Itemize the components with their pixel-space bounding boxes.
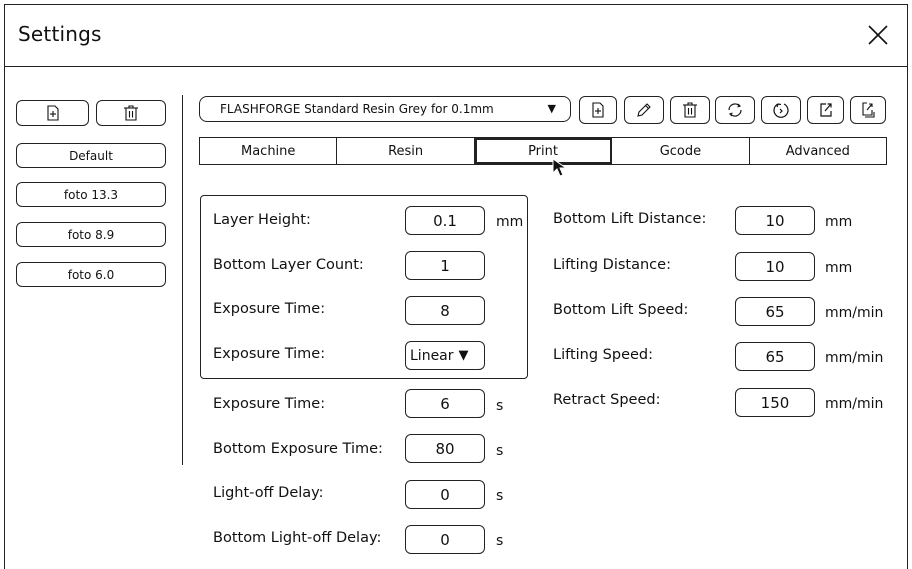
bottom-exposure-time-label: Bottom Exposure Time: [213,441,383,457]
retract-speed-field[interactable]: 150 [735,388,815,417]
close-button[interactable] [863,20,893,50]
profile-item-foto-6-0[interactable]: foto 6.0 [16,262,166,287]
delete-profile-button[interactable] [96,100,166,126]
retract-speed-label: Retract Speed: [553,392,661,408]
profile-item-foto-13-3[interactable]: foto 13.3 [16,182,166,207]
trash-icon [683,102,697,118]
exposure-time-b-field[interactable]: 6 [405,389,485,418]
bottom-lift-speed-field[interactable]: 65 [735,297,815,326]
close-icon [868,25,888,45]
lifting-speed-field[interactable]: 65 [735,342,815,371]
tab-label: Resin [388,143,424,159]
bottom-light-off-delay-label: Bottom Light-off Delay: [213,530,382,546]
retract-speed-unit: mm/min [825,396,884,412]
profile-item-label: foto 8.9 [67,227,115,242]
layer-height-label: Layer Height: [213,212,311,228]
tab-gcode[interactable]: Gcode [612,138,750,164]
exposure-time-mode-select[interactable]: Linear ▼ [405,341,485,370]
exposure-time-mode-label: Exposure Time: [213,346,326,362]
bottom-layer-count-field[interactable]: 1 [405,251,485,280]
layer-height-unit: mm [496,214,524,230]
light-off-delay-label: Light-off Delay: [213,485,324,501]
export-all-icon [862,102,875,118]
export-icon [819,103,832,117]
profile-item-label: foto 6.0 [67,267,115,282]
bottom-light-off-delay-field[interactable]: 0 [405,525,485,554]
settings-tabs: Machine Resin Print Gcode Advanced [199,137,887,165]
export-button[interactable] [807,96,844,124]
profile-select[interactable]: FLASHFORGE Standard Resin Grey for 0.1mm… [199,96,571,122]
bottom-lift-speed-unit: mm/min [825,305,884,321]
light-off-delay-unit: s [496,488,504,504]
bottom-exposure-time-unit: s [496,443,504,459]
export-all-button[interactable] [850,96,886,124]
new-profile-button[interactable] [579,96,617,124]
title-bar: Settings [5,5,907,67]
edit-pencil-icon [637,103,651,117]
triangle-down-icon: ▼ [458,348,469,363]
reload-button[interactable] [761,96,801,124]
lifting-speed-unit: mm/min [825,350,884,366]
bottom-lift-speed-label: Bottom Lift Speed: [553,302,689,318]
bottom-lift-distance-field[interactable]: 10 [735,206,815,235]
tab-machine[interactable]: Machine [200,138,338,164]
add-profile-button[interactable] [16,100,89,126]
layer-height-field[interactable]: 0.1 [405,206,485,235]
tab-label: Machine [240,143,296,159]
reload-icon [773,103,789,118]
sidebar-divider [182,95,183,465]
tab-label: Advanced [785,143,850,159]
tab-print[interactable]: Print [474,138,613,164]
profile-item-default[interactable]: Default [16,143,166,168]
mouse-cursor-icon [552,158,568,177]
add-file-icon [46,105,59,121]
chevron-down-icon: ▼ [547,102,556,115]
profile-item-label: foto 13.3 [63,187,119,202]
exposure-time-mode-value: Linear [410,347,454,364]
exposure-time-field[interactable]: 8 [405,296,485,325]
profile-item-foto-8-9[interactable]: foto 8.9 [16,222,166,247]
tab-resin[interactable]: Resin [337,138,475,164]
bottom-light-off-delay-unit: s [496,533,504,549]
bottom-exposure-time-field[interactable]: 80 [405,434,485,463]
profile-select-value: FLASHFORGE Standard Resin Grey for 0.1mm [220,102,494,116]
bottom-lift-distance-label: Bottom Lift Distance: [553,211,707,227]
exposure-time-b-unit: s [496,398,504,414]
edit-profile-button[interactable] [624,96,664,124]
bottom-lift-distance-unit: mm [825,214,853,230]
lifting-distance-unit: mm [825,260,853,276]
lifting-distance-field[interactable]: 10 [735,252,815,281]
lifting-speed-label: Lifting Speed: [553,347,654,363]
refresh-icon [728,103,742,117]
window-title: Settings [18,22,102,46]
bottom-layer-count-label: Bottom Layer Count: [213,257,364,273]
delete-button[interactable] [670,96,710,124]
exposure-time-label: Exposure Time: [213,301,326,317]
profile-item-label: Default [69,148,113,163]
tab-advanced[interactable]: Advanced [750,138,886,164]
tab-label: Gcode [659,143,702,159]
lifting-distance-label: Lifting Distance: [553,257,671,273]
exposure-time-b-label: Exposure Time: [213,396,326,412]
trash-icon [124,105,138,121]
refresh-button[interactable] [715,96,755,124]
light-off-delay-field[interactable]: 0 [405,480,485,509]
add-file-icon [592,102,604,118]
